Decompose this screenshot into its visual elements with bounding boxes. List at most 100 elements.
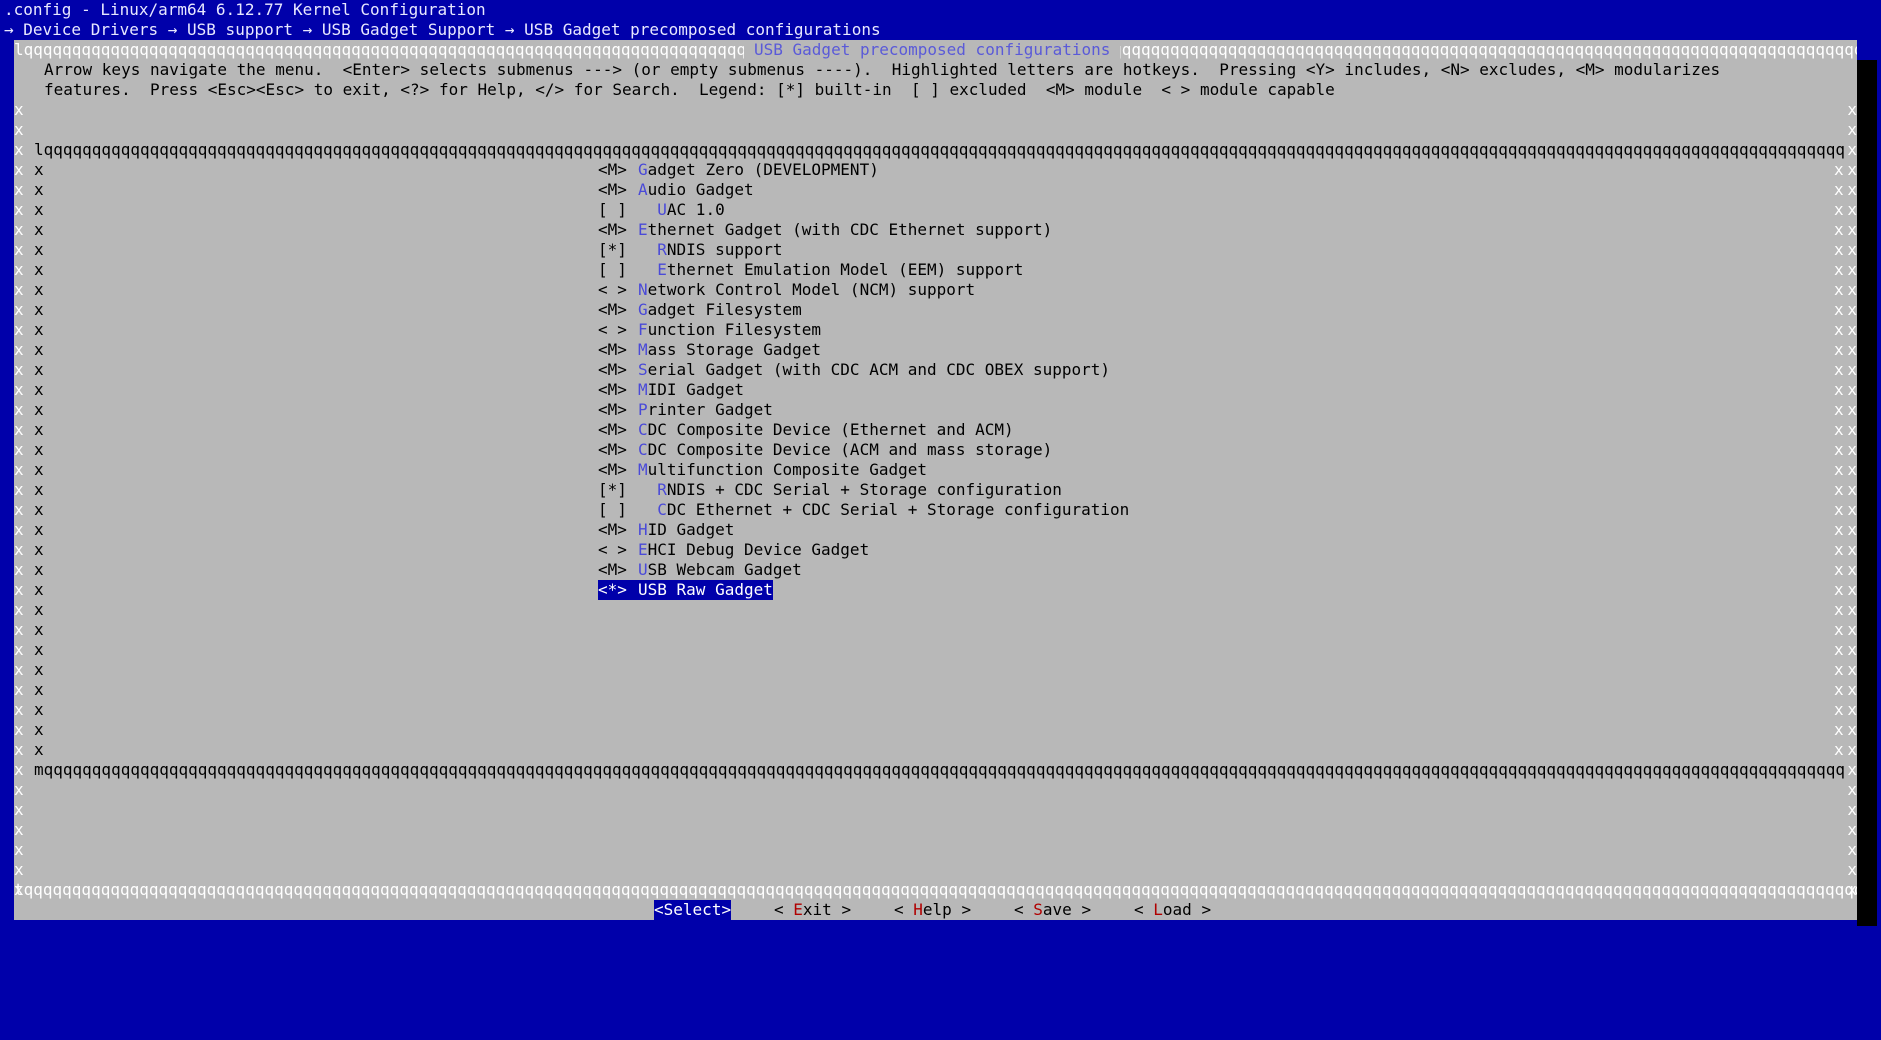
menu-item[interactable]: <M> Gadget Zero (DEVELOPMENT) <box>598 160 1129 180</box>
menu-item-label: etwork Control Model (NCM) support <box>647 280 976 299</box>
menu-item[interactable]: <M> Printer Gadget <box>598 400 1129 420</box>
select-button-suffix: elect> <box>673 900 732 919</box>
menu-item-state: <M> <box>598 180 627 199</box>
menu-item-state: [ ] <box>598 260 627 279</box>
menu-item-label: udio Gadget <box>647 180 754 199</box>
dialog-right-border: x x x x x x x x x x x x x x x x x x x x … <box>1847 100 1857 899</box>
menu-item[interactable]: < > EHCI Debug Device Gadget <box>598 540 1129 560</box>
menu-item-hotkey: M <box>638 380 648 399</box>
menu-item-label: SB Raw Gadget <box>647 580 773 599</box>
load-button-hotkey: L <box>1153 900 1163 919</box>
menu-top-border: lqqqqqqqqqqqqqqqqqqqqqqqqqqqqqqqqqqqqqqq… <box>34 140 1844 159</box>
menu-item-indent <box>638 200 657 220</box>
select-button[interactable]: <Select> <box>654 900 732 920</box>
menu-item[interactable]: <M> MIDI Gadget <box>598 380 1129 400</box>
help-text: Arrow keys navigate the menu. <Enter> se… <box>44 60 1844 100</box>
menu-item-indent <box>638 500 657 520</box>
menu-item[interactable]: <M> CDC Composite Device (Ethernet and AC… <box>598 420 1129 440</box>
menu-item-hotkey: F <box>638 320 648 339</box>
menu-item[interactable]: <M> Multifunction Composite Gadget <box>598 460 1129 480</box>
menu-item[interactable]: [ ] CDC Ethernet + CDC Serial + Storage … <box>598 500 1129 520</box>
menu-item[interactable]: <M> USB Webcam Gadget <box>598 560 1129 580</box>
menu-item-hotkey: U <box>638 580 648 599</box>
menu-item-state: < > <box>598 540 627 559</box>
menu-item[interactable]: [*] RNDIS support <box>598 240 1129 260</box>
menu-item-label: unction Filesystem <box>647 320 822 339</box>
help-line-2: features. Press <Esc><Esc> to exit, <?> … <box>44 80 1335 99</box>
exit-button[interactable]: < Exit > <box>774 900 851 920</box>
select-button-hotkey: S <box>663 900 674 919</box>
help-button[interactable]: < Help > <box>894 900 971 920</box>
menu-item-label: NDIS + CDC Serial + Storage configuratio… <box>666 480 1062 499</box>
menu-item-label: adget Filesystem <box>647 300 802 319</box>
dialog-left-border: x x x x x x x x x x x x x x x x x x x x … <box>14 100 24 899</box>
menu-item-state: <*> <box>598 580 627 599</box>
menu-item[interactable]: <M> Mass Storage Gadget <box>598 340 1129 360</box>
save-button[interactable]: < Save > <box>1014 900 1091 920</box>
menu-item[interactable]: <M> Serial Gadget (with CDC ACM and CDC O… <box>598 360 1129 380</box>
breadcrumb: → Device Drivers → USB support → USB Gad… <box>4 20 881 39</box>
menu-item-state: <M> <box>598 520 627 539</box>
menu-item[interactable]: < > Function Filesystem <box>598 320 1129 340</box>
menu-item[interactable]: [ ] Ethernet Emulation Model (EEM) suppo… <box>598 260 1129 280</box>
save-button-hotkey: S <box>1033 900 1043 919</box>
menu-item-label: ID Gadget <box>647 520 735 539</box>
menu-item-label: ass Storage Gadget <box>647 340 822 359</box>
exit-button-hotkey: E <box>793 900 803 919</box>
menu-item-hotkey: C <box>638 420 648 439</box>
menu-item-hotkey: U <box>638 560 648 579</box>
menu-bottom-border: mqqqqqqqqqqqqqqqqqqqqqqqqqqqqqqqqqqqqqqq… <box>34 760 1844 779</box>
menu-list: <M> Gadget Zero (DEVELOPMENT) <M> Audio Gad… <box>598 160 1129 600</box>
load-button[interactable]: < Load > <box>1134 900 1211 920</box>
menu-item-hotkey: R <box>657 240 667 259</box>
menu-item-hotkey: G <box>638 300 648 319</box>
menu-item-indent <box>638 240 657 260</box>
exit-button-prefix: < <box>774 900 794 919</box>
menu-item-hotkey: R <box>657 480 667 499</box>
menu-item-state: <M> <box>598 340 627 359</box>
menu-item-state: <M> <box>598 220 627 239</box>
menu-item-state: <M> <box>598 420 627 439</box>
menu-item-label: ultifunction Composite Gadget <box>647 460 927 479</box>
menu-item-label: rinter Gadget <box>647 400 773 419</box>
help-line-1: Arrow keys navigate the menu. <Enter> se… <box>44 60 1721 79</box>
menu-item-hotkey: M <box>638 340 648 359</box>
menu-item[interactable]: [ ] UAC 1.0 <box>598 200 1129 220</box>
menu-item-state: <M> <box>598 440 627 459</box>
menu-item-state: < > <box>598 280 627 299</box>
menu-item-hotkey: C <box>657 500 667 519</box>
menu-item[interactable]: <M> Audio Gadget <box>598 180 1129 200</box>
menu-item-hotkey: E <box>638 220 648 239</box>
dialog-shadow <box>1857 60 1877 926</box>
menu-item[interactable]: <M> CDC Composite Device (ACM and mass st… <box>598 440 1129 460</box>
menu-item[interactable]: <M> HID Gadget <box>598 520 1129 540</box>
menu-item[interactable]: <M> Gadget Filesystem <box>598 300 1129 320</box>
menu-item-state: <M> <box>598 560 627 579</box>
menu-item-label: erial Gadget (with CDC ACM and CDC OBEX … <box>647 360 1111 379</box>
menu-item-indent <box>638 260 657 280</box>
select-button-prefix: < <box>654 900 664 919</box>
menu-item-state: [*] <box>598 240 627 259</box>
menu-item-hotkey: P <box>638 400 648 419</box>
menu-item-label: DC Ethernet + CDC Serial + Storage confi… <box>666 500 1130 519</box>
menu-left-border: x x x x x x x x x x x x x x x x x x x x … <box>34 160 44 759</box>
menu-item[interactable]: [*] RNDIS + CDC Serial + Storage configu… <box>598 480 1129 500</box>
menu-item-hotkey: M <box>638 460 648 479</box>
help-button-prefix: < <box>894 900 914 919</box>
menu-item[interactable]: <M> Ethernet Gadget (with CDC Ethernet su… <box>598 220 1129 240</box>
menu-item-hotkey: U <box>657 200 667 219</box>
menu-item-hotkey: C <box>638 440 648 459</box>
load-button-suffix: oad > <box>1162 900 1212 919</box>
help-button-suffix: elp > <box>922 900 972 919</box>
save-button-suffix: ave > <box>1042 900 1092 919</box>
save-button-prefix: < <box>1014 900 1034 919</box>
menu-item-label: NDIS support <box>666 240 783 259</box>
menu-item[interactable]: <*> USB Raw Gadget <box>598 580 773 600</box>
menu-item[interactable]: < > Network Control Model (NCM) support <box>598 280 1129 300</box>
menu-item-state: <M> <box>598 380 627 399</box>
menu-item-label: AC 1.0 <box>666 200 725 219</box>
menu-item-label: DC Composite Device (ACM and mass storag… <box>647 440 1053 459</box>
menu-item-state: <M> <box>598 460 627 479</box>
menu-item-label: adget Zero (DEVELOPMENT) <box>647 160 879 179</box>
menu-item-label: IDI Gadget <box>647 380 744 399</box>
